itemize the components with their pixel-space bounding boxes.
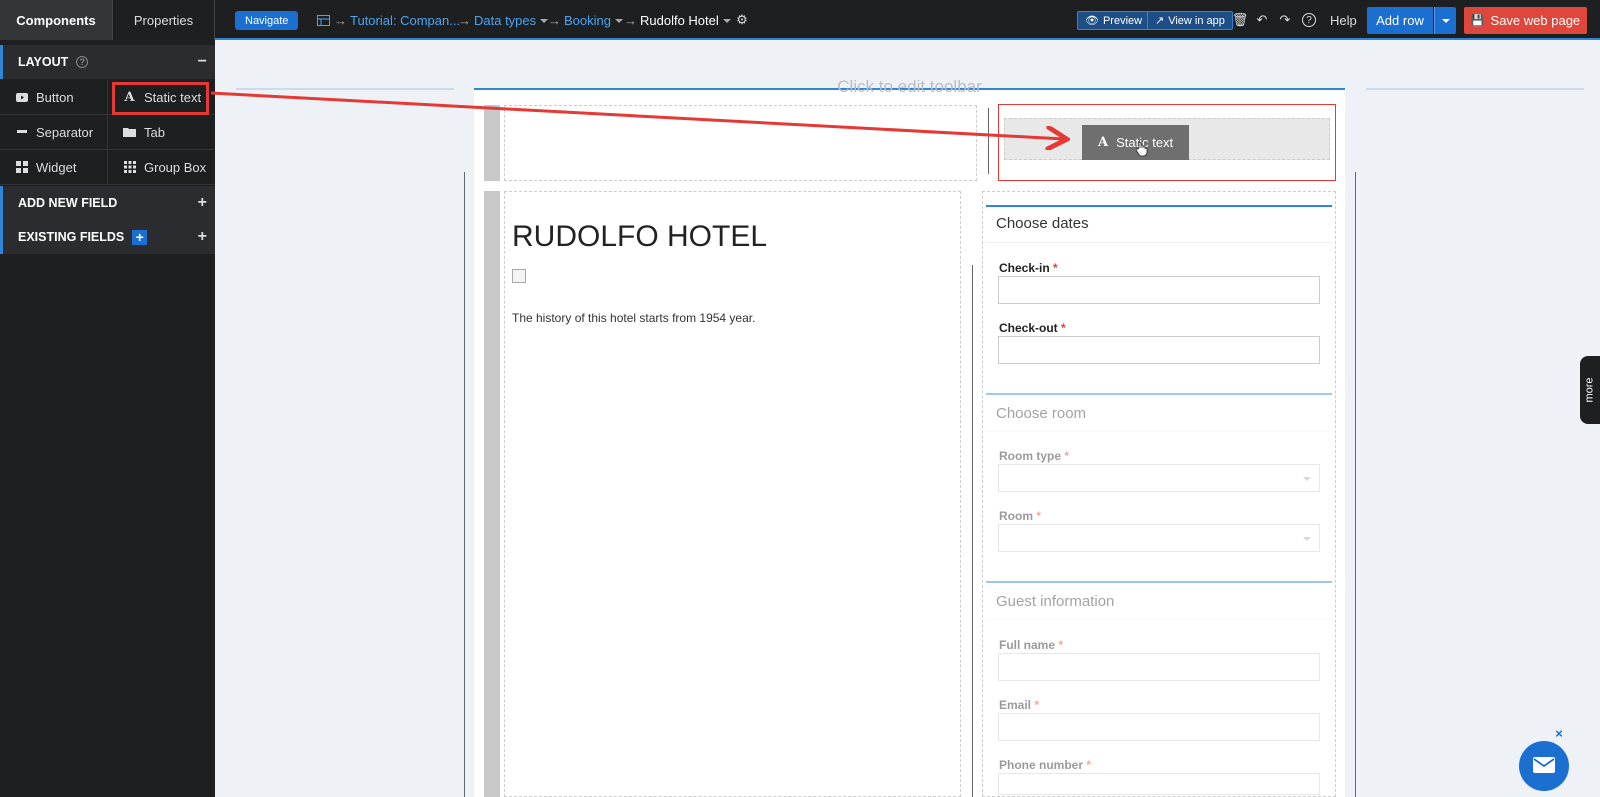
- more-side-tab[interactable]: more: [1580, 356, 1600, 424]
- envelope-icon: [1532, 756, 1556, 777]
- required-marker: *: [1036, 509, 1042, 523]
- section-title: Guest information: [996, 593, 1115, 610]
- field-label-room-type: Room type *: [999, 449, 1069, 463]
- check-in-input[interactable]: [998, 276, 1320, 304]
- field-label-email: Email *: [999, 698, 1039, 712]
- hotel-history: The history of this hotel starts from 19…: [512, 311, 756, 325]
- label-text: Room type: [999, 449, 1062, 463]
- row-handle[interactable]: [484, 191, 500, 797]
- required-marker: *: [1053, 261, 1058, 275]
- field-label-check-out: Check-out *: [999, 321, 1066, 335]
- field-label-room: Room *: [999, 509, 1041, 523]
- label-text: Phone number: [999, 758, 1084, 772]
- required-marker: *: [1064, 449, 1070, 463]
- email-input[interactable]: [998, 713, 1320, 741]
- divider: [986, 431, 1332, 432]
- room-select[interactable]: [998, 524, 1320, 552]
- check-out-input[interactable]: [998, 336, 1320, 364]
- room-type-select[interactable]: [998, 464, 1320, 492]
- label-text: Full name: [999, 638, 1056, 652]
- divider: [986, 619, 1332, 620]
- chevron-down-icon: [1303, 537, 1311, 541]
- required-marker: *: [1058, 638, 1064, 652]
- content-left-cell: [504, 191, 961, 797]
- group-choose-room: Choose room Room type * Room *: [986, 393, 1332, 578]
- close-icon[interactable]: ×: [1554, 726, 1564, 741]
- hotel-title: RUDOLFO HOTEL: [512, 220, 768, 253]
- cell-divider: [972, 265, 973, 797]
- label-text: Email: [999, 698, 1032, 712]
- required-marker: *: [1086, 758, 1092, 772]
- more-label: more: [1584, 377, 1596, 403]
- full-name-input[interactable]: [998, 653, 1320, 681]
- required-marker: *: [1061, 321, 1066, 335]
- label-text: Room: [999, 509, 1033, 523]
- divider: [986, 242, 1332, 243]
- field-label-check-in: Check-in *: [999, 261, 1058, 275]
- phone-input[interactable]: [998, 773, 1320, 795]
- required-marker: *: [1034, 698, 1040, 712]
- group-guest-information: Guest information Full name * Email * Ph…: [986, 581, 1332, 797]
- broken-image-icon: [512, 269, 526, 283]
- chevron-down-icon: [1303, 477, 1311, 481]
- field-label-full-name: Full name *: [999, 638, 1063, 652]
- label-text: Check-out: [999, 321, 1058, 335]
- chat-button[interactable]: [1519, 741, 1569, 791]
- field-label-phone: Phone number *: [999, 758, 1091, 772]
- section-title: Choose room: [996, 405, 1087, 422]
- label-text: Check-in: [999, 261, 1050, 275]
- section-title: Choose dates: [996, 215, 1089, 232]
